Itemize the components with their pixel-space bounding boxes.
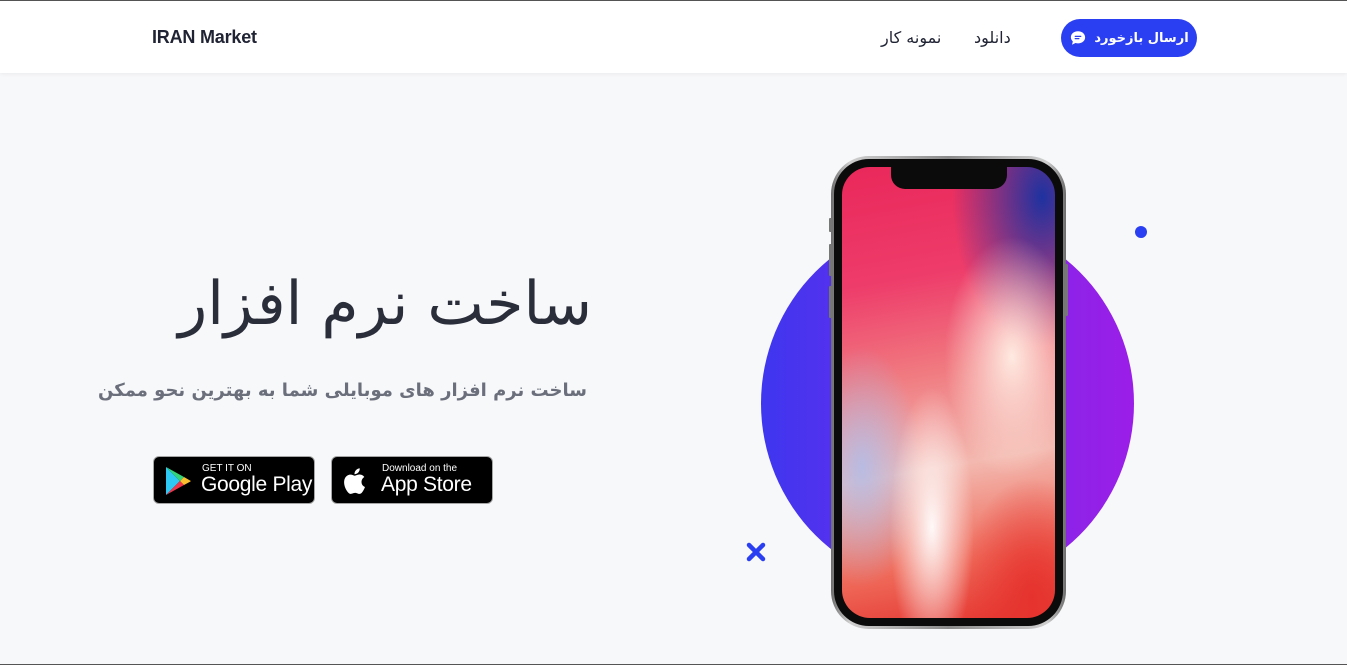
nav-link-download[interactable]: دانلود: [974, 28, 1011, 47]
hero-subtitle: ساخت نرم افزار های موبایلی شما به بهترین…: [98, 380, 587, 401]
feedback-button[interactable]: ارسال بازخورد: [1061, 19, 1197, 57]
phone-side-button: [829, 286, 832, 318]
phone-notch: [890, 167, 1007, 189]
feedback-button-label: ارسال بازخورد: [1094, 30, 1189, 46]
nav-link-samples[interactable]: نمونه کار: [881, 28, 941, 47]
chat-icon: [1071, 31, 1086, 45]
apple-icon: [344, 468, 365, 494]
phone-mockup: [829, 156, 1068, 629]
decorative-dot: [1135, 226, 1147, 238]
google-play-button[interactable]: GET IT ON Google Play: [153, 456, 315, 504]
brand-logo[interactable]: IRAN Market: [152, 27, 257, 48]
hero-title: ساخت نرم افزار: [178, 269, 592, 339]
phone-side-button: [1065, 264, 1068, 316]
app-store-button[interactable]: Download on the App Store: [331, 456, 493, 504]
phone-bezel: [834, 159, 1063, 626]
navbar: IRAN Market نمونه کار دانلود ارسال بازخو…: [0, 1, 1347, 73]
google-play-icon: [166, 467, 191, 495]
phone-screen: [842, 167, 1055, 618]
phone-side-button: [829, 244, 832, 276]
app-store-big-text: App Store: [381, 473, 472, 496]
phone-side-button: [829, 218, 832, 232]
google-play-big-text: Google Play: [201, 473, 313, 496]
cross-icon: [746, 542, 766, 562]
